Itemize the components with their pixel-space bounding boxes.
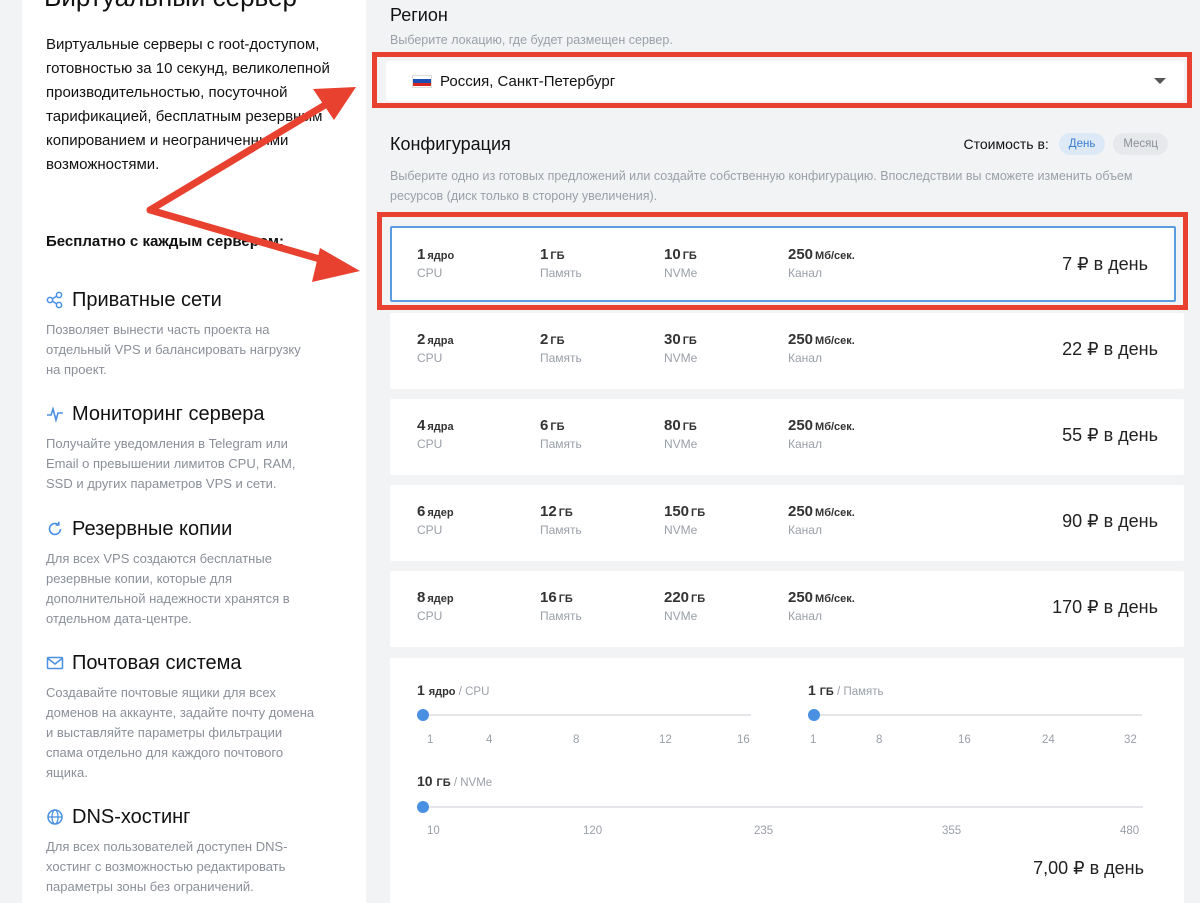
feature-backups: Резервные копии Для всех VPS создаются б…	[46, 515, 346, 629]
free-features-heading: Бесплатно с каждым сервером:	[46, 233, 284, 250]
page-title: Виртуальный сервер	[44, 0, 297, 13]
feature-title: Почтовая система	[72, 651, 242, 674]
cpu-slider: 1 ядро / CPU 1 4 8 12 16	[417, 682, 751, 746]
refresh-icon	[46, 520, 64, 538]
chevron-down-icon[interactable]	[1154, 78, 1166, 84]
feature-desc: Получайте уведомления в Telegram или Ema…	[46, 436, 296, 491]
feature-title: Приватные сети	[72, 288, 222, 311]
region-select[interactable]: Россия, Санкт-Петербург	[386, 61, 1184, 101]
disk-slider: 10 ГБ / NVMe 10 120 235 355 480	[417, 773, 1143, 837]
globe-icon	[46, 808, 64, 826]
network-icon	[46, 291, 64, 309]
region-annotation-box: Россия, Санкт-Петербург	[372, 52, 1192, 108]
cpu-slider-handle[interactable]	[417, 709, 429, 721]
plan-price: 90 ₽ в день	[1062, 511, 1158, 531]
config-title: Конфигурация	[390, 134, 511, 154]
feature-mail: Почтовая система Создавайте почтовые ящи…	[46, 649, 346, 783]
feature-title: Резервные копии	[72, 517, 233, 540]
cost-label: Стоимость в:	[963, 136, 1049, 152]
feature-dns: DNS-хостинг Для всех пользователей досту…	[46, 803, 346, 897]
russia-flag-icon	[412, 74, 432, 88]
order-panel: Регион Выберите локацию, где будет разме…	[368, 0, 1200, 903]
period-month-button[interactable]: Месяц	[1113, 133, 1168, 155]
mail-icon	[46, 654, 64, 672]
plan-price: 22 ₽ в день	[1062, 339, 1158, 359]
cost-period-toggle: Стоимость в: День Месяц	[963, 133, 1168, 155]
intro-text: Виртуальные серверы с root-доступом, гот…	[46, 36, 330, 173]
feature-title: DNS-хостинг	[72, 805, 191, 828]
region-title: Регион	[390, 5, 448, 25]
feature-private-networks: Приватные сети Позволяет вынести часть п…	[46, 286, 346, 380]
plan-price: 55 ₽ в день	[1062, 425, 1158, 445]
disk-slider-handle[interactable]	[417, 801, 429, 813]
feature-monitoring: Мониторинг сервера Получайте уведомления…	[46, 400, 346, 494]
ram-slider: 1 ГБ / Память 1 8 16 24 32	[808, 682, 1142, 746]
period-day-button[interactable]: День	[1058, 133, 1106, 155]
plan-price: 170 ₽ в день	[1052, 597, 1158, 617]
config-hint: Выберите одно из готовых предложений или…	[390, 169, 1133, 203]
left-panel: Виртуальный сервер Виртуальные серверы с…	[22, 0, 366, 903]
feature-desc: Для всех пользователей доступен DNS-хост…	[46, 839, 288, 894]
plan-row-3[interactable]: 4 ядра CPU 6 ГБ Память 80 ГБ NVMe 250 Мб/сек. Ка…	[390, 399, 1184, 475]
feature-desc: Для всех VPS создаются бесплатные резерв…	[46, 551, 290, 626]
feature-desc: Создавайте почтовые ящики для всех домен…	[46, 685, 315, 780]
plan-row-5[interactable]: 8 ядер CPU 16 ГБ Память 220 ГБ NVMe 250 Мб/сек.…	[390, 571, 1184, 647]
pulse-icon	[46, 405, 64, 423]
region-hint: Выберите локацию, где будет размещен сер…	[390, 33, 673, 47]
custom-config-panel: 1 ядро / CPU 1 4 8 12 16 1 ГБ / Память 1…	[390, 658, 1184, 903]
custom-total-price: 7,00 ₽ в день	[1033, 858, 1144, 878]
plan-row-4[interactable]: 6 ядер CPU 12 ГБ Память 150 ГБ NVMe 250 Мб/сек.…	[390, 485, 1184, 561]
feature-title: Мониторинг сервера	[72, 402, 265, 425]
plan-row-2[interactable]: 2 ядра CPU 2 ГБ Память 30 ГБ NVMe 250 Мб/сек. Ка…	[390, 313, 1184, 389]
feature-desc: Позволяет вынести часть проекта на отдел…	[46, 322, 301, 377]
ram-slider-handle[interactable]	[808, 709, 820, 721]
plan-annotation-box	[377, 212, 1188, 310]
region-selected-value: Россия, Санкт-Петербург	[440, 72, 616, 90]
